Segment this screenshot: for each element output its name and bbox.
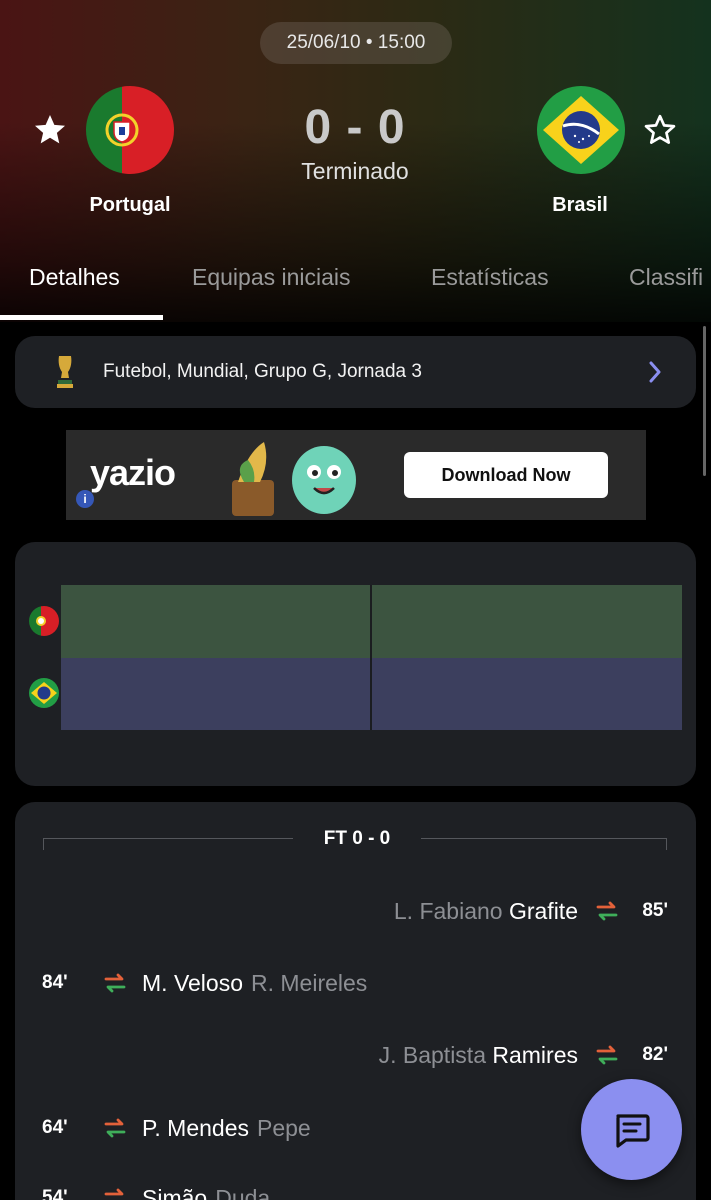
ad-mascot-image xyxy=(232,442,356,516)
divider-line xyxy=(43,838,293,850)
tab-standings[interactable]: Classifi xyxy=(629,264,703,291)
player-out-name: L. Fabiano xyxy=(393,897,503,924)
halftime-divider xyxy=(370,585,372,730)
player-in-name: M. Veloso xyxy=(142,969,243,996)
substitution-event[interactable]: 54' Simão Duda xyxy=(42,1178,270,1200)
substitution-icon xyxy=(104,1118,126,1138)
substitution-icon xyxy=(596,1045,618,1065)
ad-info-icon[interactable]: i xyxy=(76,490,94,508)
player-out-name: J. Baptista xyxy=(378,1041,486,1068)
away-team-name[interactable]: Brasil xyxy=(500,194,660,217)
chat-icon xyxy=(615,1113,650,1148)
scrollbar[interactable] xyxy=(703,326,706,476)
substitution-icon xyxy=(104,973,126,993)
player-out-name: Pepe xyxy=(256,1114,311,1141)
player-out-name: Duda xyxy=(215,1184,271,1200)
league-info-row[interactable]: Futebol, Mundial, Grupo G, Jornada 3 xyxy=(15,336,696,408)
active-tab-indicator xyxy=(0,315,163,320)
player-in-name: Simão xyxy=(142,1184,208,1200)
trophy-icon xyxy=(57,356,73,388)
event-minute: 64' xyxy=(42,1117,68,1138)
player-out-name: R. Meireles xyxy=(251,969,368,996)
event-minute: 84' xyxy=(42,972,68,993)
chat-fab-button[interactable] xyxy=(581,1079,682,1180)
tab-details[interactable]: Detalhes xyxy=(29,264,120,291)
event-minute: 54' xyxy=(42,1187,68,1200)
brazil-flag-icon xyxy=(537,86,625,174)
match-datetime: 25/06/10 • 15:00 xyxy=(260,22,452,64)
divider-line xyxy=(421,838,667,850)
full-time-label: FT 0 - 0 xyxy=(323,828,391,849)
match-score: 0 - 0 xyxy=(304,101,406,154)
player-in-name: Ramires xyxy=(492,1041,578,1068)
tab-lineups[interactable]: Equipas iniciais xyxy=(192,264,351,291)
tab-statistics[interactable]: Estatísticas xyxy=(431,264,549,291)
ad-brand-logo: yazio xyxy=(90,452,176,493)
match-tabs: Detalhes Equipas iniciais Estatísticas C… xyxy=(0,256,711,322)
substitution-event[interactable]: J. Baptista Ramires 82' xyxy=(379,1035,668,1075)
portugal-flag-icon xyxy=(29,606,59,636)
event-minute: 85' xyxy=(642,900,668,921)
match-status: Terminado xyxy=(301,158,409,184)
portugal-flag-icon xyxy=(86,86,174,174)
player-in-name: P. Mendes xyxy=(142,1114,249,1141)
player-in-name: Grafite xyxy=(508,897,578,924)
brazil-flag-icon xyxy=(29,678,59,708)
substitution-icon xyxy=(104,1188,124,1196)
event-minute: 82' xyxy=(642,1044,668,1065)
favorite-away-star-icon[interactable] xyxy=(640,110,680,150)
chevron-right-icon[interactable] xyxy=(648,360,662,384)
substitution-icon xyxy=(596,901,618,921)
favorite-home-star-icon[interactable] xyxy=(30,110,70,150)
league-text: Futebol, Mundial, Grupo G, Jornada 3 xyxy=(103,361,422,382)
ad-banner[interactable]: yazio Download Now i xyxy=(66,430,646,520)
home-team-name[interactable]: Portugal xyxy=(50,194,210,217)
match-momentum-card xyxy=(15,542,696,786)
match-header: 25/06/10 • 15:00 Portugal 0 - 0 Terminad… xyxy=(0,0,711,322)
ad-download-button[interactable]: Download Now xyxy=(404,452,608,498)
substitution-event[interactable]: 64' P. Mendes Pepe xyxy=(42,1108,311,1148)
substitution-event[interactable]: 84' M. Veloso R. Meireles xyxy=(42,963,367,1003)
substitution-event[interactable]: L. Fabiano Grafite 85' xyxy=(394,891,668,931)
